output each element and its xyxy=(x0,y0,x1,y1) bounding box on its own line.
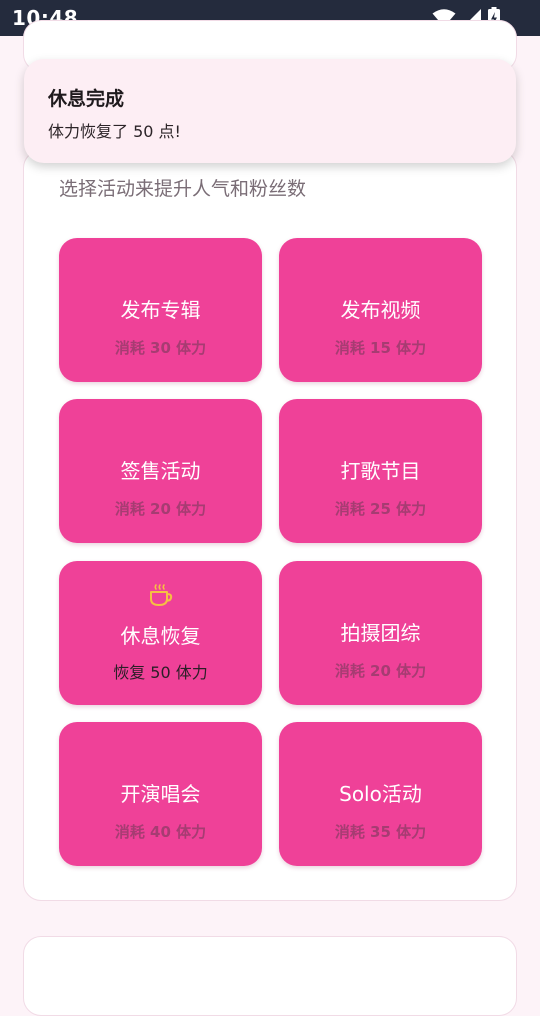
music-show-button[interactable]: 打歌节目 消耗 25 体力 xyxy=(279,399,482,543)
toast-title: 休息完成 xyxy=(48,88,125,110)
action-label: 拍摄团综 xyxy=(340,621,421,645)
action-cost: 消耗 15 体力 xyxy=(334,339,427,357)
action-label: 签售活动 xyxy=(120,459,201,483)
action-cost: 消耗 40 体力 xyxy=(114,823,207,841)
action-label: 开演唱会 xyxy=(120,782,201,806)
action-cost: 消耗 35 体力 xyxy=(334,823,427,841)
fan-signing-button[interactable]: 签售活动 消耗 20 体力 xyxy=(59,399,262,543)
action-cost: 消耗 20 体力 xyxy=(334,662,427,680)
release-video-button[interactable]: 发布视频 消耗 15 体力 xyxy=(279,238,482,382)
coffee-cup-icon xyxy=(150,584,173,606)
action-cost: 消耗 20 体力 xyxy=(114,500,207,518)
rest-complete-toast: 休息完成 体力恢复了 50 点! xyxy=(24,59,516,163)
toast-message: 体力恢复了 50 点! xyxy=(48,122,181,141)
action-cost: 消耗 30 体力 xyxy=(114,339,207,357)
action-cost: 消耗 25 体力 xyxy=(334,500,427,518)
action-label: Solo活动 xyxy=(339,782,422,806)
action-label: 发布专辑 xyxy=(120,298,201,322)
activities-subtitle: 选择活动来提升人气和粉丝数 xyxy=(59,178,307,200)
group-variety-button[interactable]: 拍摄团综 消耗 20 体力 xyxy=(279,561,482,705)
action-label: 打歌节目 xyxy=(340,459,421,483)
action-recover-amount: 恢复 50 体力 xyxy=(113,663,208,682)
action-label: 休息恢复 xyxy=(120,624,201,648)
next-card xyxy=(23,936,517,1016)
release-album-button[interactable]: 发布专辑 消耗 30 体力 xyxy=(59,238,262,382)
concert-button[interactable]: 开演唱会 消耗 40 体力 xyxy=(59,722,262,866)
solo-activity-button[interactable]: Solo活动 消耗 35 体力 xyxy=(279,722,482,866)
rest-recover-button[interactable]: 休息恢复 恢复 50 体力 xyxy=(59,561,262,705)
action-label: 发布视频 xyxy=(340,298,421,322)
